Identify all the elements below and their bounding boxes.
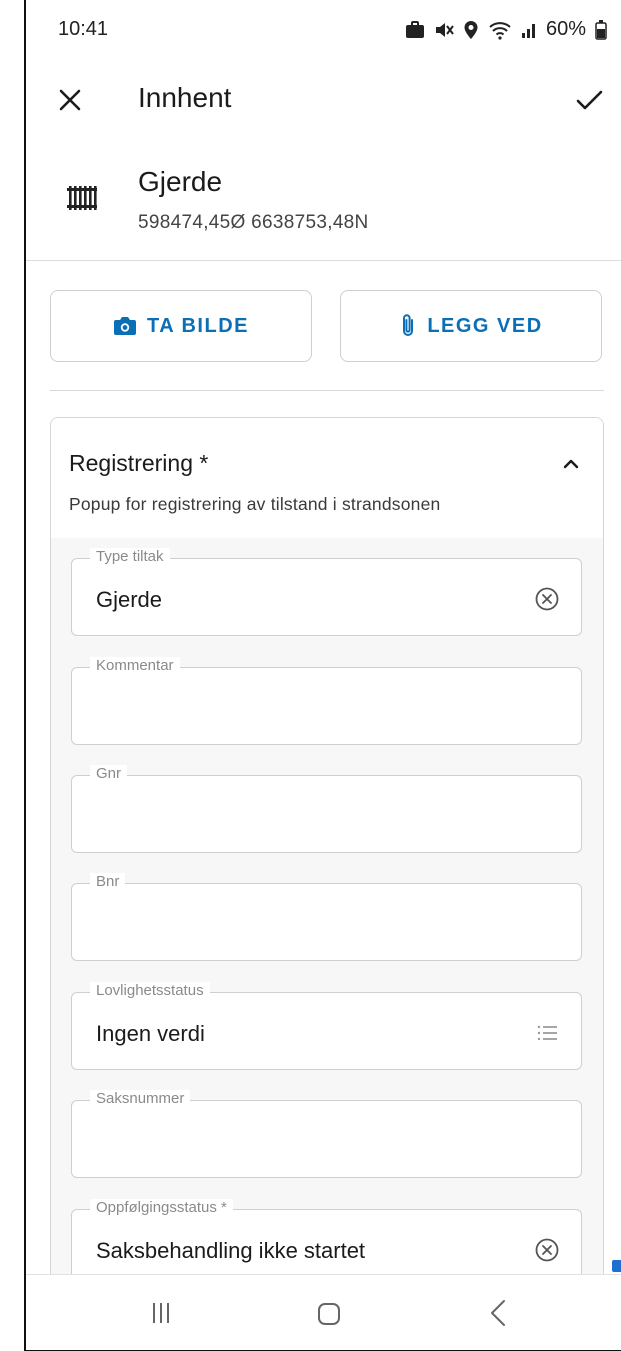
close-button[interactable] — [52, 82, 88, 118]
frame-edge — [0, 0, 26, 1351]
recent-apps-icon[interactable] — [146, 1299, 176, 1327]
feature-coordinates: 598474,45Ø 6638753,48N — [138, 212, 369, 233]
page-title: Innhent — [138, 82, 232, 113]
paperclip-icon — [403, 314, 414, 336]
status-bar: 10:41 60% — [26, 0, 621, 64]
top-app-bar: Innhent — [26, 70, 621, 130]
registration-card: Registrering * Popup for registrering av… — [50, 417, 604, 1317]
status-icons: 60% — [405, 18, 607, 41]
card-title: Registrering * — [69, 450, 209, 476]
briefcase-icon — [405, 20, 425, 39]
attachment-actions: TA BILDE LEGG VED — [50, 290, 604, 364]
chevron-up-icon — [563, 459, 579, 469]
field-value: Ingen verdi — [96, 1021, 205, 1046]
status-time: 10:41 — [58, 18, 109, 40]
take-photo-button[interactable]: TA BILDE — [50, 290, 312, 362]
fence-icon — [67, 186, 97, 210]
kommentar-field[interactable]: Kommentar — [71, 657, 582, 745]
collapse-button[interactable] — [557, 450, 585, 478]
app-screen: 10:41 60% Innhent Gjerde 598474,45Ø 6638… — [26, 0, 621, 1351]
home-icon[interactable] — [314, 1299, 344, 1329]
battery-icon — [595, 19, 607, 40]
saksnummer-field[interactable]: Saksnummer — [71, 1090, 582, 1178]
wifi-icon — [488, 20, 512, 40]
gnr-input[interactable] — [92, 798, 536, 834]
lovlighetsstatus-field[interactable]: Lovlighetsstatus Ingen verdi — [71, 982, 582, 1070]
feature-title: Gjerde — [138, 166, 223, 197]
field-label: Type tiltak — [90, 548, 170, 565]
bnr-input[interactable] — [92, 906, 536, 942]
section-divider — [50, 390, 604, 391]
card-header[interactable]: Registrering * Popup for registrering av… — [51, 418, 603, 538]
field-label: Oppfølgingsstatus * — [90, 1199, 233, 1216]
field-label: Lovlighetsstatus — [90, 982, 210, 999]
clear-icon[interactable] — [533, 585, 561, 613]
battery-percentage: 60% — [545, 18, 586, 40]
close-icon — [59, 89, 81, 111]
clear-icon[interactable] — [533, 1236, 561, 1264]
type-tiltak-field[interactable]: Type tiltak Gjerde — [71, 548, 582, 636]
mute-icon — [434, 21, 454, 39]
saksnummer-input[interactable] — [92, 1123, 536, 1159]
card-subtitle: Popup for registrering av tilstand i str… — [69, 494, 441, 514]
back-icon[interactable] — [484, 1297, 514, 1329]
system-navigation-bar — [26, 1274, 621, 1350]
bnr-field[interactable]: Bnr — [71, 873, 582, 961]
edge-panel-handle[interactable] — [612, 1260, 621, 1272]
field-label: Gnr — [90, 765, 128, 782]
gnr-field[interactable]: Gnr — [71, 765, 582, 853]
attach-file-button[interactable]: LEGG VED — [340, 290, 602, 362]
confirm-button[interactable] — [571, 82, 607, 118]
take-photo-label: TA BILDE — [147, 314, 249, 337]
camera-icon — [114, 317, 136, 335]
location-icon — [463, 20, 479, 40]
field-value: Saksbehandling ikke startet — [96, 1238, 366, 1263]
feature-header: Gjerde 598474,45Ø 6638753,48N — [26, 160, 621, 261]
field-label: Bnr — [90, 873, 126, 890]
field-label: Saksnummer — [90, 1090, 191, 1107]
field-label: Kommentar — [90, 657, 180, 674]
field-value: Gjerde — [96, 587, 163, 612]
device-frame: 10:41 60% Innhent Gjerde 598474,45Ø 6638… — [0, 0, 621, 1351]
list-icon[interactable] — [533, 1019, 561, 1047]
kommentar-input[interactable] — [92, 690, 536, 726]
attach-file-label: LEGG VED — [427, 314, 543, 337]
signal-icon — [521, 21, 537, 39]
check-icon — [576, 90, 603, 110]
